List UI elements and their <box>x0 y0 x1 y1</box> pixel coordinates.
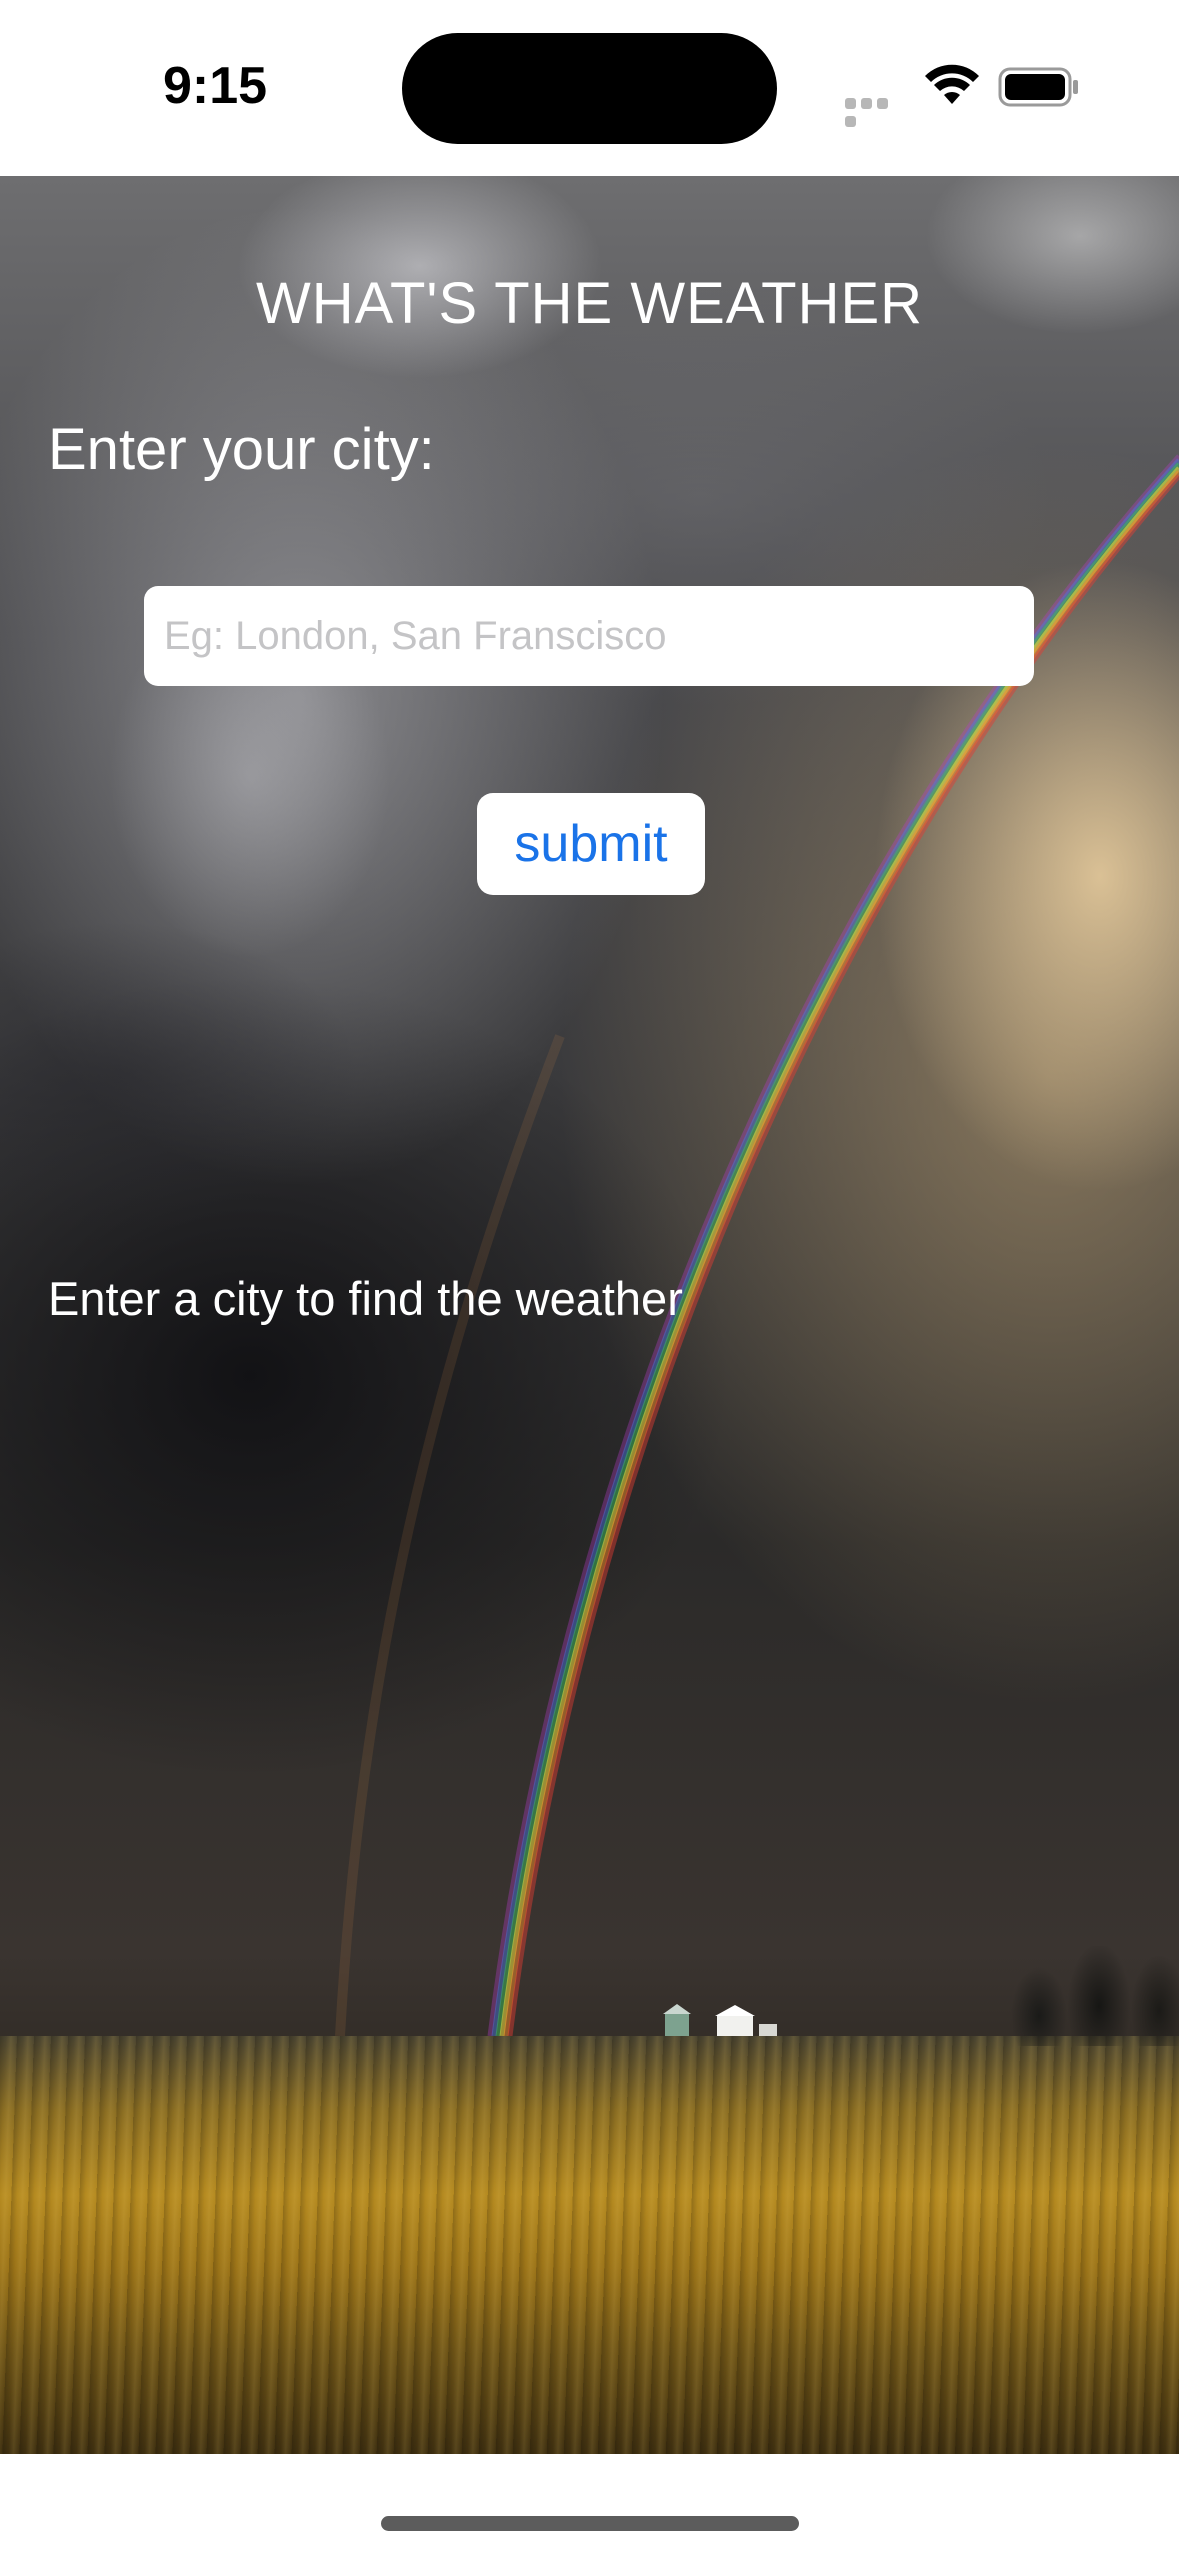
dynamic-island <box>402 33 777 144</box>
battery-icon <box>998 67 1078 107</box>
wifi-icon <box>925 64 979 104</box>
wheat-field <box>0 2036 1179 2454</box>
city-input[interactable] <box>144 586 1034 686</box>
app-title: WHAT'S THE WEATHER <box>255 271 924 336</box>
home-indicator[interactable] <box>381 2516 799 2531</box>
farm-buildings <box>663 2004 777 2036</box>
weather-result-text: Enter a city to find the weather <box>48 1272 683 1325</box>
horizon-trees <box>1009 1946 1179 2046</box>
city-label: Enter your city: <box>48 417 435 482</box>
weather-background: WHAT'S THE WEATHER Enter your city: subm… <box>0 176 1179 2454</box>
status-bar: 9:15 <box>0 0 1179 176</box>
app-screen: 9:15 WHAT'S THE WEATHER Enter your city:… <box>0 0 1179 2556</box>
status-time: 9:15 <box>163 57 268 115</box>
cellular-signal-icon <box>845 96 905 127</box>
home-indicator-area <box>0 2454 1179 2556</box>
submit-button[interactable]: submit <box>477 793 705 895</box>
